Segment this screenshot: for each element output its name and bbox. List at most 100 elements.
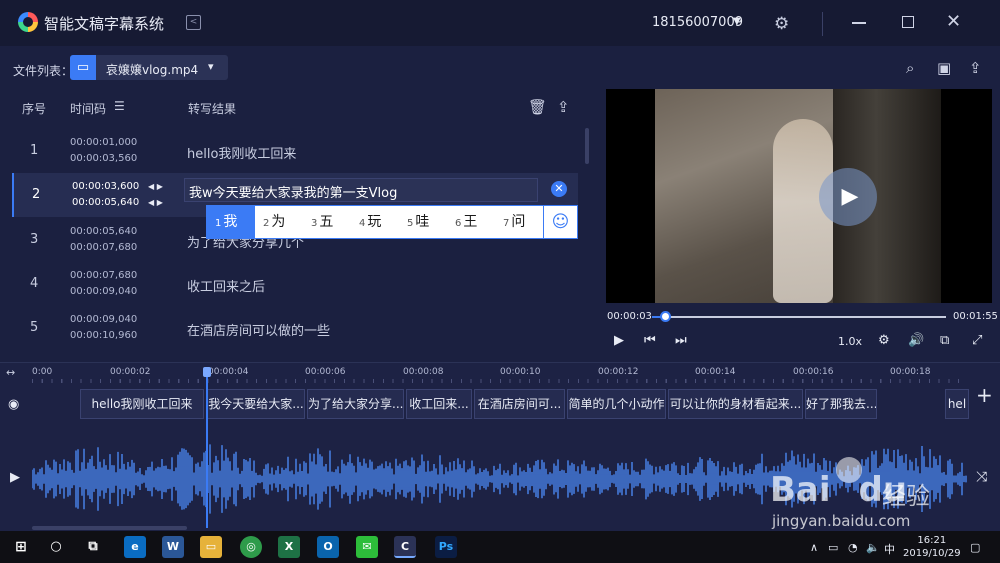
notification-icon[interactable]: ▢ bbox=[970, 541, 980, 554]
ime-candidate-bar: 1我 2为 3五 4玩 5哇 6王 7问 ☺ bbox=[206, 205, 578, 239]
table-scrollbar[interactable] bbox=[585, 128, 589, 164]
export-icon[interactable]: ⇪ bbox=[969, 59, 982, 77]
subtitle-block[interactable]: hel bbox=[945, 389, 969, 419]
title-divider bbox=[822, 12, 823, 36]
subtitle-block[interactable]: 我今天要给大家... bbox=[207, 389, 305, 419]
row-end-time: 00:00:03,560 bbox=[70, 153, 138, 164]
subtitle-block[interactable]: 收工回来... bbox=[406, 389, 472, 419]
emoji-icon[interactable]: ☺ bbox=[543, 206, 577, 238]
account-dropdown-icon[interactable]: ▼ bbox=[733, 16, 741, 27]
ime-indicator[interactable]: 中 bbox=[884, 541, 895, 557]
video-player[interactable]: ▶ bbox=[606, 89, 992, 303]
subtitle-block[interactable]: 好了那我去... bbox=[805, 389, 877, 419]
time-ruler[interactable]: 0:00 00:00:02 00:00:04 00:00:06 00:00:08… bbox=[32, 363, 968, 383]
word-icon[interactable]: W bbox=[162, 536, 184, 558]
file-list-label: 文件列表： bbox=[13, 64, 74, 78]
baidu-watermark-url: jingyan.baidu.com bbox=[772, 512, 911, 530]
ime-candidate[interactable]: 5哇 bbox=[399, 206, 447, 238]
subtitle-block[interactable]: 为了给大家分享... bbox=[307, 389, 404, 419]
wifi-icon[interactable]: ◔ bbox=[848, 541, 858, 554]
wechat-icon[interactable]: ✉ bbox=[356, 536, 378, 558]
file-select[interactable]: ▭ 哀嬢嬢vlog.mp4 ▾ bbox=[70, 55, 228, 80]
clock-time: 16:21 bbox=[917, 535, 947, 546]
title-bar: 智能文稿字幕系统 < 18156007009 ▼ ⚙ ✕ bbox=[0, 0, 1000, 46]
chrome-icon[interactable]: ◎ bbox=[240, 536, 262, 558]
shuffle-icon[interactable]: ⤨ bbox=[976, 469, 987, 485]
end-time-stepper-icon[interactable]: ◀ ▶ bbox=[148, 198, 163, 207]
play-icon[interactable]: ▶ bbox=[819, 168, 877, 226]
video-seekbar[interactable] bbox=[652, 316, 946, 318]
fullscreen-icon[interactable]: ⤢ bbox=[972, 333, 982, 348]
collapse-panel-button[interactable]: < bbox=[186, 15, 201, 30]
subtitle-edit-input[interactable]: 我w今天要给大家录我的第一支Vlog bbox=[184, 178, 538, 202]
ime-candidate[interactable]: 3五 bbox=[303, 206, 351, 238]
speed-selector[interactable]: 1.0x bbox=[838, 335, 862, 348]
subtitle-block[interactable]: 可以让你的身材看起来... bbox=[668, 389, 803, 419]
clear-edit-icon[interactable]: ✕ bbox=[551, 181, 567, 197]
playhead[interactable] bbox=[206, 367, 208, 528]
playhead-handle[interactable] bbox=[203, 367, 211, 377]
ime-candidate[interactable]: 7问 bbox=[495, 206, 543, 238]
outlook-icon[interactable]: O bbox=[317, 536, 339, 558]
minimize-button[interactable] bbox=[852, 22, 866, 24]
previous-icon[interactable]: ⏮ bbox=[644, 333, 656, 348]
settings-gear-icon[interactable]: ⚙ bbox=[774, 14, 789, 34]
clock[interactable]: 16:21 2019/10/29 bbox=[903, 534, 961, 560]
close-button[interactable]: ✕ bbox=[946, 11, 961, 32]
account-name[interactable]: 18156007009 bbox=[652, 15, 743, 30]
table-row[interactable]: 4 00:00:07,680 00:00:09,040 收工回来之后 bbox=[12, 262, 578, 306]
subtitle-block[interactable]: hello我刚收工回来 bbox=[80, 389, 204, 419]
windows-taskbar: ⊞ ○ ⧉ e W ▭ ◎ X O ✉ C Ps ∧ ▭ ◔ 🔈 中 16:21… bbox=[0, 531, 1000, 563]
upload-icon[interactable]: ⇪ bbox=[557, 98, 570, 116]
row-start-time: 00:00:05,640 bbox=[70, 226, 138, 237]
tick-label: 00:00:12 bbox=[598, 367, 639, 377]
tick-label: 0:00 bbox=[32, 367, 53, 377]
subtitle-block[interactable]: 在酒店房间可... bbox=[474, 389, 565, 419]
row-start-time: 00:00:09,040 bbox=[70, 314, 138, 325]
save-icon[interactable]: ▣ bbox=[937, 59, 951, 77]
row-end-time[interactable]: 00:00:05,640 bbox=[72, 197, 139, 208]
excel-icon[interactable]: X bbox=[278, 536, 300, 558]
settings-icon[interactable]: ⚙ bbox=[878, 333, 890, 348]
delete-icon[interactable]: 🗑 bbox=[528, 98, 547, 116]
play-icon[interactable]: ▶ bbox=[614, 333, 624, 348]
subtitle-block[interactable]: 简单的几个小动作 bbox=[567, 389, 666, 419]
tick-label: 00:00:08 bbox=[403, 367, 444, 377]
volume-icon[interactable]: 🔊 bbox=[908, 333, 924, 348]
search-icon[interactable]: ⌕ bbox=[906, 59, 914, 77]
timeline-play-icon[interactable]: ▶ bbox=[10, 470, 20, 485]
task-view-icon[interactable]: ⧉ bbox=[82, 536, 104, 558]
ime-candidate[interactable]: 6王 bbox=[447, 206, 495, 238]
next-icon[interactable]: ⏭ bbox=[675, 333, 687, 348]
seek-handle[interactable] bbox=[660, 311, 671, 322]
battery-icon[interactable]: ▭ bbox=[828, 541, 838, 554]
sort-icon[interactable]: ☰ bbox=[114, 99, 125, 113]
search-circle-icon[interactable]: ○ bbox=[45, 536, 67, 558]
tray-arrow-icon[interactable]: ∧ bbox=[810, 541, 818, 554]
ime-candidate[interactable]: 4玩 bbox=[351, 206, 399, 238]
windows-start-icon[interactable]: ⊞ bbox=[10, 536, 32, 558]
table-row[interactable]: 5 00:00:09,040 00:00:10,960 在酒店房间可以做的一些 bbox=[12, 306, 578, 350]
edge-icon[interactable]: e bbox=[124, 536, 146, 558]
row-text[interactable]: 在酒店房间可以做的一些 bbox=[187, 320, 330, 339]
row-text[interactable]: 收工回来之后 bbox=[187, 276, 265, 295]
maximize-button[interactable] bbox=[902, 16, 914, 28]
picture-in-picture-icon[interactable]: ⧉ bbox=[940, 333, 949, 348]
row-seq: 2 bbox=[32, 187, 41, 202]
subtitle-app-icon[interactable]: C bbox=[394, 536, 416, 558]
add-subtitle-icon[interactable]: + bbox=[976, 383, 993, 407]
volume-tray-icon[interactable]: 🔈 bbox=[866, 541, 880, 554]
ime-candidate[interactable]: 2为 bbox=[255, 206, 303, 238]
eye-icon[interactable]: ◉ bbox=[8, 397, 19, 412]
start-time-stepper-icon[interactable]: ◀ ▶ bbox=[148, 182, 163, 191]
tick-label: 00:00:18 bbox=[890, 367, 931, 377]
table-row[interactable]: 1 00:00:01,000 00:00:03,560 hello我刚收工回来 bbox=[12, 129, 578, 173]
photoshop-icon[interactable]: Ps bbox=[435, 536, 457, 558]
timeline-scrollbar[interactable] bbox=[32, 526, 187, 530]
row-text[interactable]: hello我刚收工回来 bbox=[187, 143, 296, 162]
file-explorer-icon[interactable]: ▭ bbox=[200, 536, 222, 558]
subtitle-edit-text: 我w今天要给大家录我的第一支Vlog bbox=[189, 186, 398, 201]
row-start-time[interactable]: 00:00:03,600 bbox=[72, 181, 139, 192]
expand-horizontal-icon[interactable]: ↔ bbox=[6, 366, 15, 379]
ime-candidate[interactable]: 1我 bbox=[207, 206, 255, 238]
